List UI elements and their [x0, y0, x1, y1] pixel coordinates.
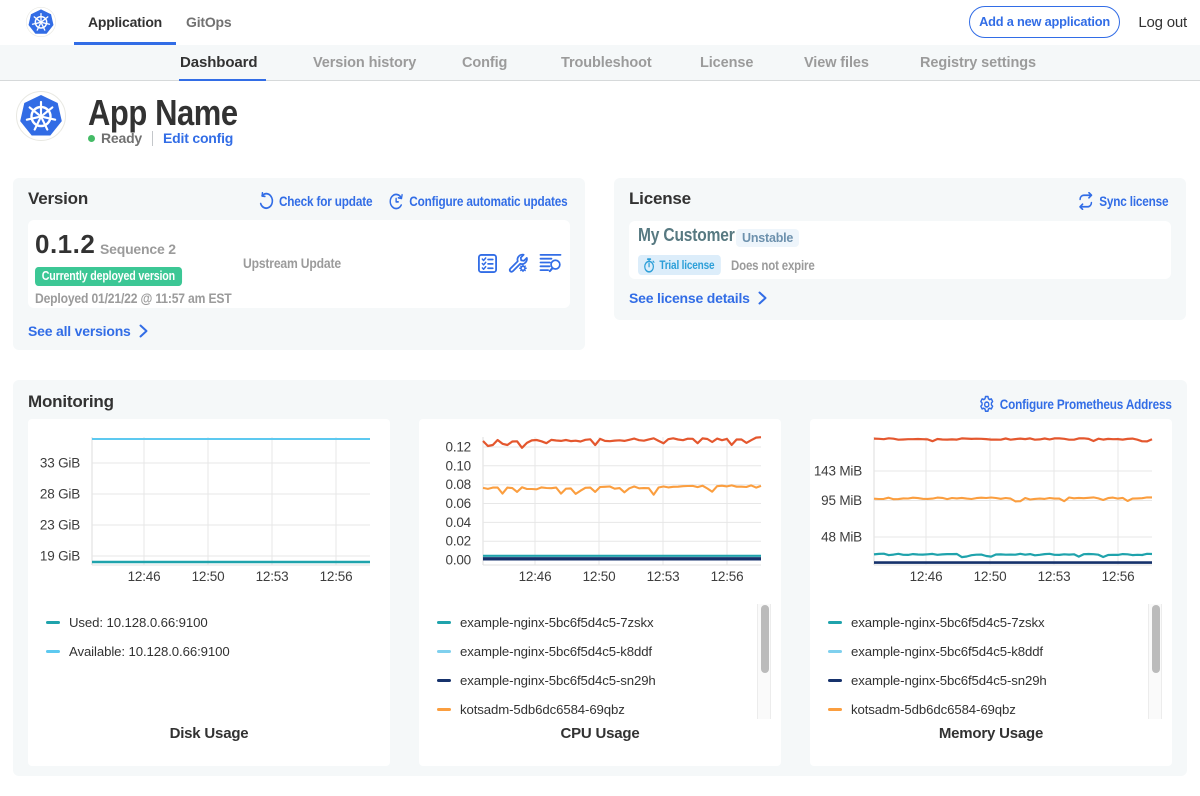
svg-text:0.12: 0.12 [446, 440, 471, 455]
svg-text:48 MiB: 48 MiB [821, 530, 862, 545]
svg-text:12:56: 12:56 [711, 569, 744, 584]
svg-text:12:56: 12:56 [320, 569, 353, 584]
svg-text:0.08: 0.08 [446, 477, 471, 492]
svg-text:12:46: 12:46 [519, 569, 552, 584]
svg-text:12:53: 12:53 [1038, 569, 1071, 584]
svg-text:12:46: 12:46 [128, 569, 161, 584]
svg-text:12:50: 12:50 [192, 569, 225, 584]
svg-text:0.06: 0.06 [446, 496, 471, 511]
svg-text:0.00: 0.00 [446, 553, 471, 568]
svg-text:0.02: 0.02 [446, 534, 471, 549]
svg-text:19 GiB: 19 GiB [40, 549, 80, 564]
svg-text:12:53: 12:53 [256, 569, 289, 584]
svg-text:28 GiB: 28 GiB [40, 487, 80, 502]
svg-text:12:50: 12:50 [974, 569, 1007, 584]
svg-text:33 GiB: 33 GiB [40, 456, 80, 471]
svg-text:12:46: 12:46 [910, 569, 943, 584]
svg-text:0.04: 0.04 [446, 515, 472, 530]
svg-text:143 MiB: 143 MiB [814, 464, 862, 479]
svg-text:12:53: 12:53 [647, 569, 680, 584]
svg-text:23 GiB: 23 GiB [40, 518, 80, 533]
svg-text:95 MiB: 95 MiB [821, 493, 862, 508]
svg-text:12:56: 12:56 [1102, 569, 1135, 584]
svg-text:12:50: 12:50 [583, 569, 616, 584]
svg-text:0.10: 0.10 [446, 458, 471, 473]
